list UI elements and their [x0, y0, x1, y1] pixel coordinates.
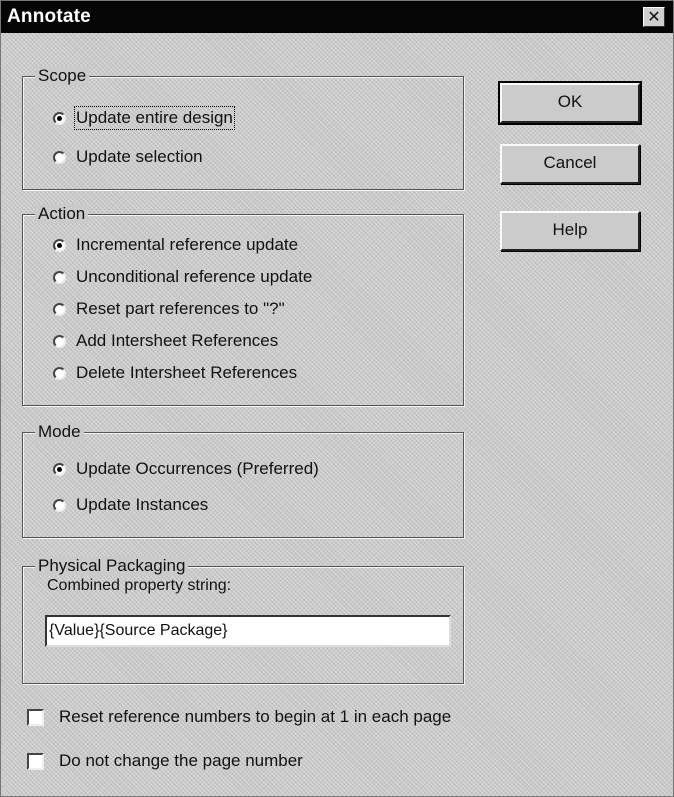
radio-button[interactable]: [53, 366, 66, 380]
radio-label: Add Intersheet References: [76, 331, 279, 350]
annotate-dialog: Annotate ✕ Scope Update entire design Up…: [0, 0, 674, 797]
checkbox[interactable]: [27, 752, 44, 770]
checkbox-do-not-change-page-number[interactable]: Do not change the page number: [27, 751, 303, 771]
radio-unconditional-update[interactable]: Unconditional reference update: [53, 267, 312, 287]
radio-update-occurrences[interactable]: Update Occurrences (Preferred): [53, 459, 319, 479]
radio-update-selection[interactable]: Update selection: [53, 147, 203, 167]
radio-button-selected[interactable]: [53, 111, 66, 125]
help-button[interactable]: Help: [500, 211, 640, 251]
radio-delete-intersheet-references[interactable]: Delete Intersheet References: [53, 363, 297, 383]
radio-button[interactable]: [53, 334, 66, 348]
radio-update-entire-design[interactable]: Update entire design: [53, 106, 235, 130]
combined-property-label: Combined property string:: [47, 577, 232, 594]
cancel-button[interactable]: Cancel: [500, 144, 640, 184]
scope-group: Scope Update entire design Update select…: [22, 66, 464, 190]
radio-button[interactable]: [53, 150, 66, 164]
mode-group: Mode Update Occurrences (Preferred) Upda…: [22, 422, 464, 538]
radio-update-instances[interactable]: Update Instances: [53, 495, 208, 515]
packaging-group-label: Physical Packaging: [35, 556, 189, 576]
checkbox-label: Do not change the page number: [59, 751, 303, 770]
radio-label: Update Instances: [76, 495, 209, 514]
checkbox-label: Reset reference numbers to begin at 1 in…: [59, 707, 452, 726]
physical-packaging-group: Physical Packaging Combined property str…: [22, 556, 464, 684]
radio-button[interactable]: [53, 498, 66, 512]
radio-button-selected[interactable]: [53, 238, 66, 252]
radio-label: Update entire design: [74, 106, 235, 130]
radio-label: Update selection: [76, 147, 203, 166]
radio-add-intersheet-references[interactable]: Add Intersheet References: [53, 331, 278, 351]
action-group-label: Action: [35, 204, 89, 224]
radio-label: Update Occurrences (Preferred): [76, 459, 319, 478]
action-group: Action Incremental reference update Unco…: [22, 204, 464, 406]
title-bar: Annotate ✕: [1, 1, 673, 33]
radio-incremental-update[interactable]: Incremental reference update: [53, 235, 298, 255]
close-icon[interactable]: ✕: [643, 7, 665, 27]
scope-group-label: Scope: [35, 66, 90, 86]
radio-label: Unconditional reference update: [76, 267, 313, 286]
radio-button-selected[interactable]: [53, 462, 66, 476]
radio-label: Delete Intersheet References: [76, 363, 298, 382]
ok-button[interactable]: OK: [498, 81, 642, 125]
radio-button[interactable]: [53, 302, 66, 316]
radio-label: Incremental reference update: [76, 235, 299, 254]
window-title: Annotate: [7, 6, 91, 27]
radio-button[interactable]: [53, 270, 66, 284]
radio-reset-part-references[interactable]: Reset part references to "?": [53, 299, 285, 319]
mode-group-label: Mode: [35, 422, 84, 442]
checkbox[interactable]: [27, 708, 44, 726]
checkbox-reset-reference-numbers[interactable]: Reset reference numbers to begin at 1 in…: [27, 707, 451, 727]
radio-label: Reset part references to "?": [76, 299, 285, 318]
combined-property-input[interactable]: {Value}{Source Package}: [45, 615, 451, 647]
